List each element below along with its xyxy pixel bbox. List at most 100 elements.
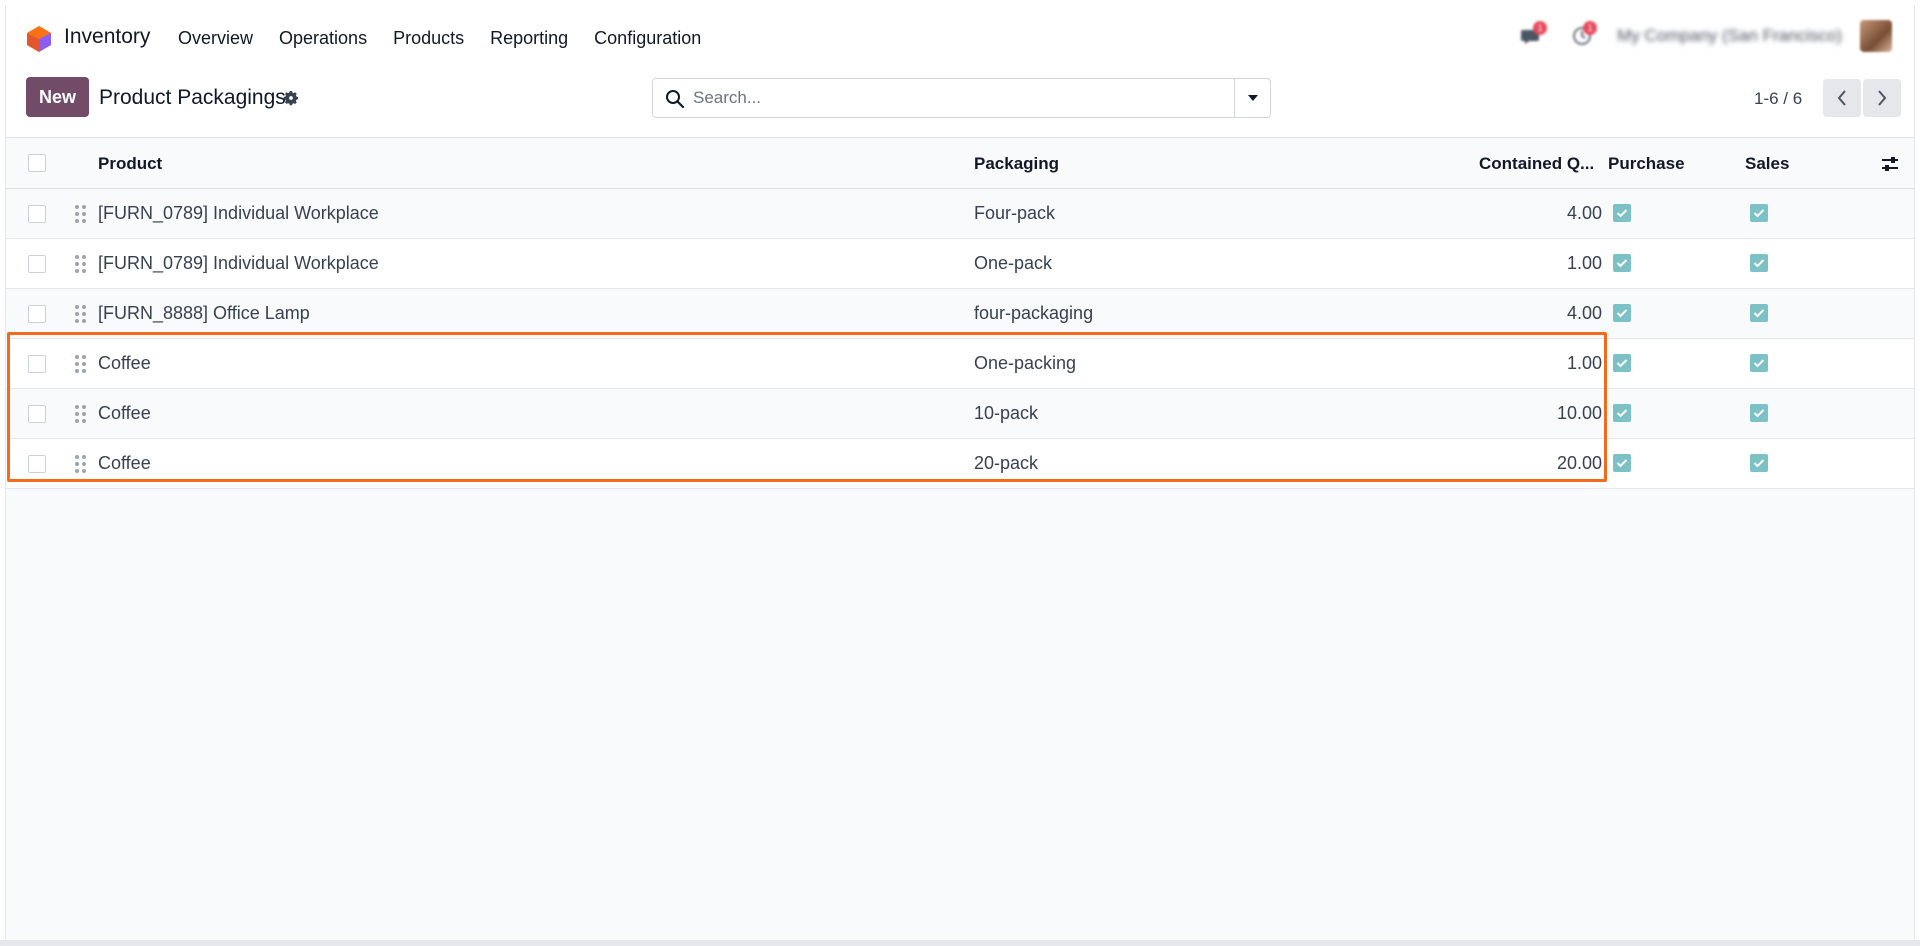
table-body: [FURN_0789] Individual Workplace Four-pa…	[6, 189, 1914, 489]
pager-previous-button[interactable]	[1823, 79, 1861, 117]
drag-handle-icon[interactable]	[74, 204, 88, 224]
check-icon	[1616, 259, 1628, 268]
sales-checkbox[interactable]	[1750, 304, 1768, 322]
cell-product[interactable]: [FURN_0789] Individual Workplace	[98, 253, 379, 274]
menu-configuration[interactable]: Configuration	[594, 28, 701, 49]
cell-packaging[interactable]: One-packing	[974, 353, 1076, 374]
activities-badge: 1	[1583, 21, 1598, 35]
check-icon	[1753, 409, 1765, 418]
cell-contained-qty[interactable]: 1.00	[1482, 353, 1602, 374]
check-icon	[1616, 309, 1628, 318]
cell-product[interactable]: [FURN_0789] Individual Workplace	[98, 203, 379, 224]
column-header-purchase[interactable]: Purchase	[1608, 154, 1685, 174]
column-header-product[interactable]: Product	[98, 154, 162, 174]
top-navbar: Inventory Overview Operations Products R…	[6, 5, 1914, 64]
cell-packaging[interactable]: four-packaging	[974, 303, 1093, 324]
table-row[interactable]: [FURN_0789] Individual Workplace One-pac…	[6, 239, 1914, 289]
row-checkbox[interactable]	[28, 205, 46, 223]
check-icon	[1616, 209, 1628, 218]
row-checkbox[interactable]	[28, 255, 46, 273]
page-title: Product Packagings	[99, 86, 286, 109]
table-row[interactable]: [FURN_0789] Individual Workplace Four-pa…	[6, 189, 1914, 239]
check-icon	[1616, 459, 1628, 468]
systray: 1 1 My Company (San Francisco)	[1517, 19, 1914, 53]
control-panel: New Product Packagings 1-6 / 6	[6, 64, 1914, 138]
purchase-checkbox[interactable]	[1613, 404, 1631, 422]
check-icon	[1753, 309, 1765, 318]
drag-handle-icon[interactable]	[74, 454, 88, 474]
cell-contained-qty[interactable]: 4.00	[1482, 303, 1602, 324]
check-icon	[1753, 209, 1765, 218]
search-input[interactable]	[693, 79, 1213, 117]
app-name[interactable]: Inventory	[64, 25, 150, 49]
check-icon	[1753, 459, 1765, 468]
sales-checkbox[interactable]	[1750, 404, 1768, 422]
new-button[interactable]: New	[26, 77, 89, 117]
row-checkbox[interactable]	[28, 355, 46, 373]
menu-reporting[interactable]: Reporting	[490, 28, 568, 49]
activity-menu[interactable]: 1	[1567, 21, 1598, 51]
main-menu: Overview Operations Products Reporting C…	[178, 28, 701, 49]
user-avatar[interactable]	[1860, 20, 1892, 52]
messages-badge: 1	[1533, 21, 1548, 35]
row-checkbox[interactable]	[28, 305, 46, 323]
select-all-checkbox[interactable]	[28, 154, 46, 172]
bottom-bar	[0, 940, 1920, 946]
purchase-checkbox[interactable]	[1613, 304, 1631, 322]
chevron-right-icon	[1878, 90, 1887, 106]
column-header-contained-qty[interactable]: Contained Q...	[1479, 154, 1594, 174]
sales-checkbox[interactable]	[1750, 254, 1768, 272]
cell-product[interactable]: Coffee	[98, 453, 151, 474]
chevron-left-icon	[1837, 90, 1846, 106]
column-header-packaging[interactable]: Packaging	[974, 154, 1059, 174]
cell-product[interactable]: Coffee	[98, 403, 151, 424]
table-row[interactable]: Coffee 10-pack 10.00	[6, 389, 1914, 439]
sales-checkbox[interactable]	[1750, 354, 1768, 372]
cell-packaging[interactable]: 20-pack	[974, 453, 1038, 474]
cell-contained-qty[interactable]: 1.00	[1482, 253, 1602, 274]
cell-contained-qty[interactable]: 20.00	[1482, 453, 1602, 474]
cell-contained-qty[interactable]: 10.00	[1482, 403, 1602, 424]
cell-product[interactable]: Coffee	[98, 353, 151, 374]
app-frame: Inventory Overview Operations Products R…	[5, 5, 1915, 941]
table-row[interactable]: Coffee 20-pack 20.00	[6, 439, 1914, 489]
pager-next-button[interactable]	[1863, 79, 1901, 117]
table-row[interactable]: Coffee One-packing 1.00	[6, 339, 1914, 389]
search-options-toggle[interactable]	[1234, 79, 1270, 117]
purchase-checkbox[interactable]	[1613, 354, 1631, 372]
sales-checkbox[interactable]	[1750, 204, 1768, 222]
table-row[interactable]: [FURN_8888] Office Lamp four-packaging 4…	[6, 289, 1914, 339]
pager-value[interactable]: 1-6 / 6	[1754, 89, 1802, 109]
cell-contained-qty[interactable]: 4.00	[1482, 203, 1602, 224]
check-icon	[1616, 409, 1628, 418]
menu-products[interactable]: Products	[393, 28, 464, 49]
purchase-checkbox[interactable]	[1613, 254, 1631, 272]
check-icon	[1753, 259, 1765, 268]
row-checkbox[interactable]	[28, 455, 46, 473]
gear-icon[interactable]	[282, 89, 300, 107]
cell-product[interactable]: [FURN_8888] Office Lamp	[98, 303, 310, 324]
search-box	[652, 78, 1271, 118]
purchase-checkbox[interactable]	[1613, 204, 1631, 222]
drag-handle-icon[interactable]	[74, 404, 88, 424]
purchase-checkbox[interactable]	[1613, 454, 1631, 472]
cell-packaging[interactable]: One-pack	[974, 253, 1052, 274]
packaging-list: Product Packaging Contained Q... Purchas…	[6, 138, 1914, 489]
menu-overview[interactable]: Overview	[178, 28, 253, 49]
row-checkbox[interactable]	[28, 405, 46, 423]
table-header: Product Packaging Contained Q... Purchas…	[6, 138, 1914, 189]
cell-packaging[interactable]: Four-pack	[974, 203, 1055, 224]
messaging-menu[interactable]: 1	[1517, 21, 1548, 51]
drag-handle-icon[interactable]	[74, 354, 88, 374]
optional-columns-icon[interactable]	[1880, 154, 1900, 174]
company-switcher[interactable]: My Company (San Francisco)	[1617, 26, 1842, 46]
drag-handle-icon[interactable]	[74, 304, 88, 324]
search-icon	[666, 90, 685, 109]
column-header-sales[interactable]: Sales	[1745, 154, 1789, 174]
drag-handle-icon[interactable]	[74, 254, 88, 274]
sales-checkbox[interactable]	[1750, 454, 1768, 472]
menu-operations[interactable]: Operations	[279, 28, 367, 49]
check-icon	[1616, 359, 1628, 368]
cell-packaging[interactable]: 10-pack	[974, 403, 1038, 424]
inventory-app-icon[interactable]	[26, 25, 52, 53]
